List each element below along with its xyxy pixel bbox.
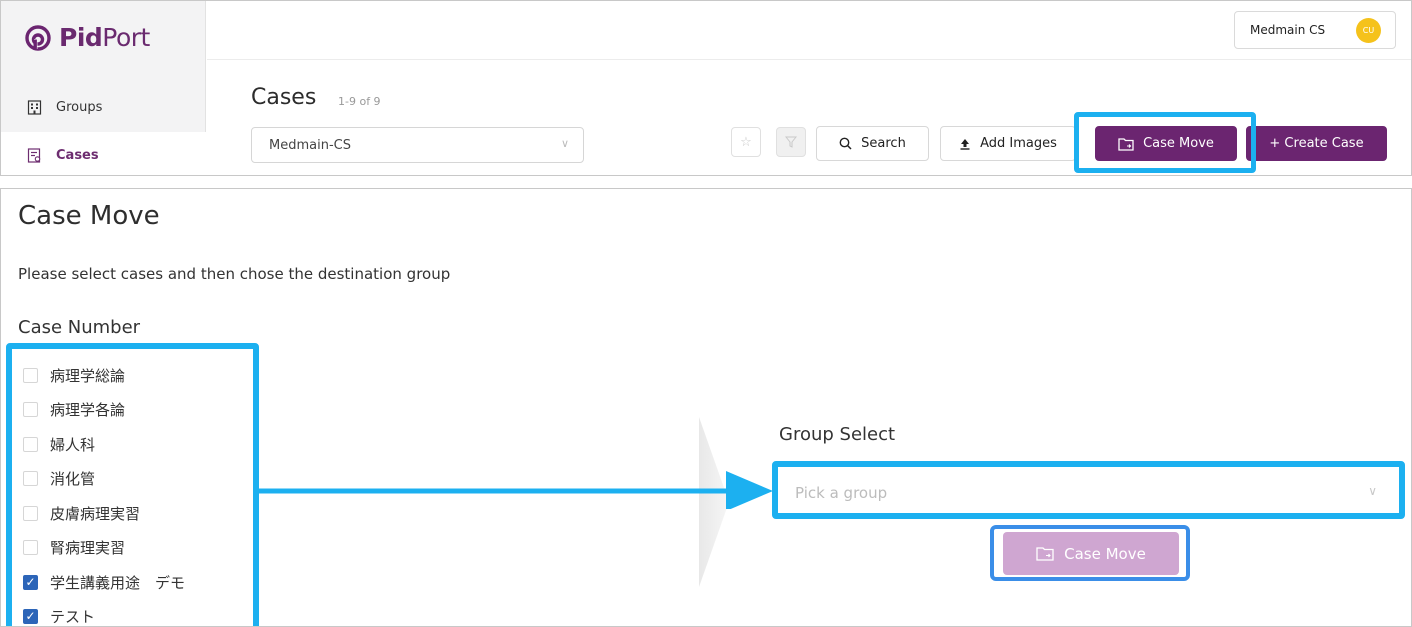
sidebar: PidPort Groups Cases [1, 1, 206, 175]
user-name: Medmain CS [1250, 23, 1326, 37]
sidebar-item-cases[interactable]: Cases [1, 132, 206, 175]
search-button-label: Search [861, 136, 906, 151]
group-select-highlight [772, 461, 1405, 519]
user-menu-button[interactable]: Medmain CS CU [1234, 11, 1396, 49]
cases-screen: PidPort Groups Cases Medmain CS CU Cases… [0, 0, 1412, 176]
favorite-filter-button[interactable]: ☆ [731, 127, 761, 157]
add-images-button[interactable]: Add Images [940, 126, 1076, 161]
upload-icon [960, 138, 970, 150]
case-move-dialog: Case Move Please select cases and then c… [0, 188, 1412, 627]
group-dropdown-value: Medmain-CS [269, 137, 351, 153]
search-button[interactable]: Search [816, 126, 929, 161]
case-list-icon [27, 147, 41, 163]
sidebar-item-label: Cases [56, 147, 99, 163]
page-title: Cases [251, 85, 317, 110]
header-divider [207, 59, 1411, 60]
dialog-title: Case Move [18, 201, 160, 231]
logo-bold: Pid [59, 23, 103, 52]
group-select-label: Group Select [779, 424, 896, 445]
group-dropdown[interactable]: Medmain-CS ∨ [251, 127, 584, 163]
logo-light: Port [102, 23, 150, 52]
building-icon [27, 99, 42, 115]
dialog-description: Please select cases and then chose the d… [18, 265, 451, 283]
chevron-down-icon: ∨ [560, 137, 569, 150]
sidebar-item-label: Groups [56, 99, 103, 115]
star-icon: ☆ [740, 134, 752, 150]
create-case-button-label: + Create Case [1269, 136, 1364, 151]
case-move-highlight [1074, 112, 1256, 173]
add-images-button-label: Add Images [980, 136, 1057, 151]
filter-button[interactable] [776, 127, 806, 157]
logo-text: PidPort [59, 23, 150, 52]
sidebar-item-groups[interactable]: Groups [1, 84, 206, 130]
filter-icon [785, 136, 797, 148]
case-list-highlight [6, 343, 259, 626]
move-button-highlight [990, 525, 1190, 581]
logo[interactable]: PidPort [25, 23, 150, 52]
pidport-logo-icon [25, 24, 51, 51]
search-icon [839, 137, 852, 150]
case-number-label: Case Number [18, 317, 141, 338]
arrow-connector [256, 471, 773, 509]
create-case-button[interactable]: + Create Case [1246, 126, 1387, 161]
avatar: CU [1356, 18, 1381, 43]
result-count: 1-9 of 9 [338, 95, 381, 108]
